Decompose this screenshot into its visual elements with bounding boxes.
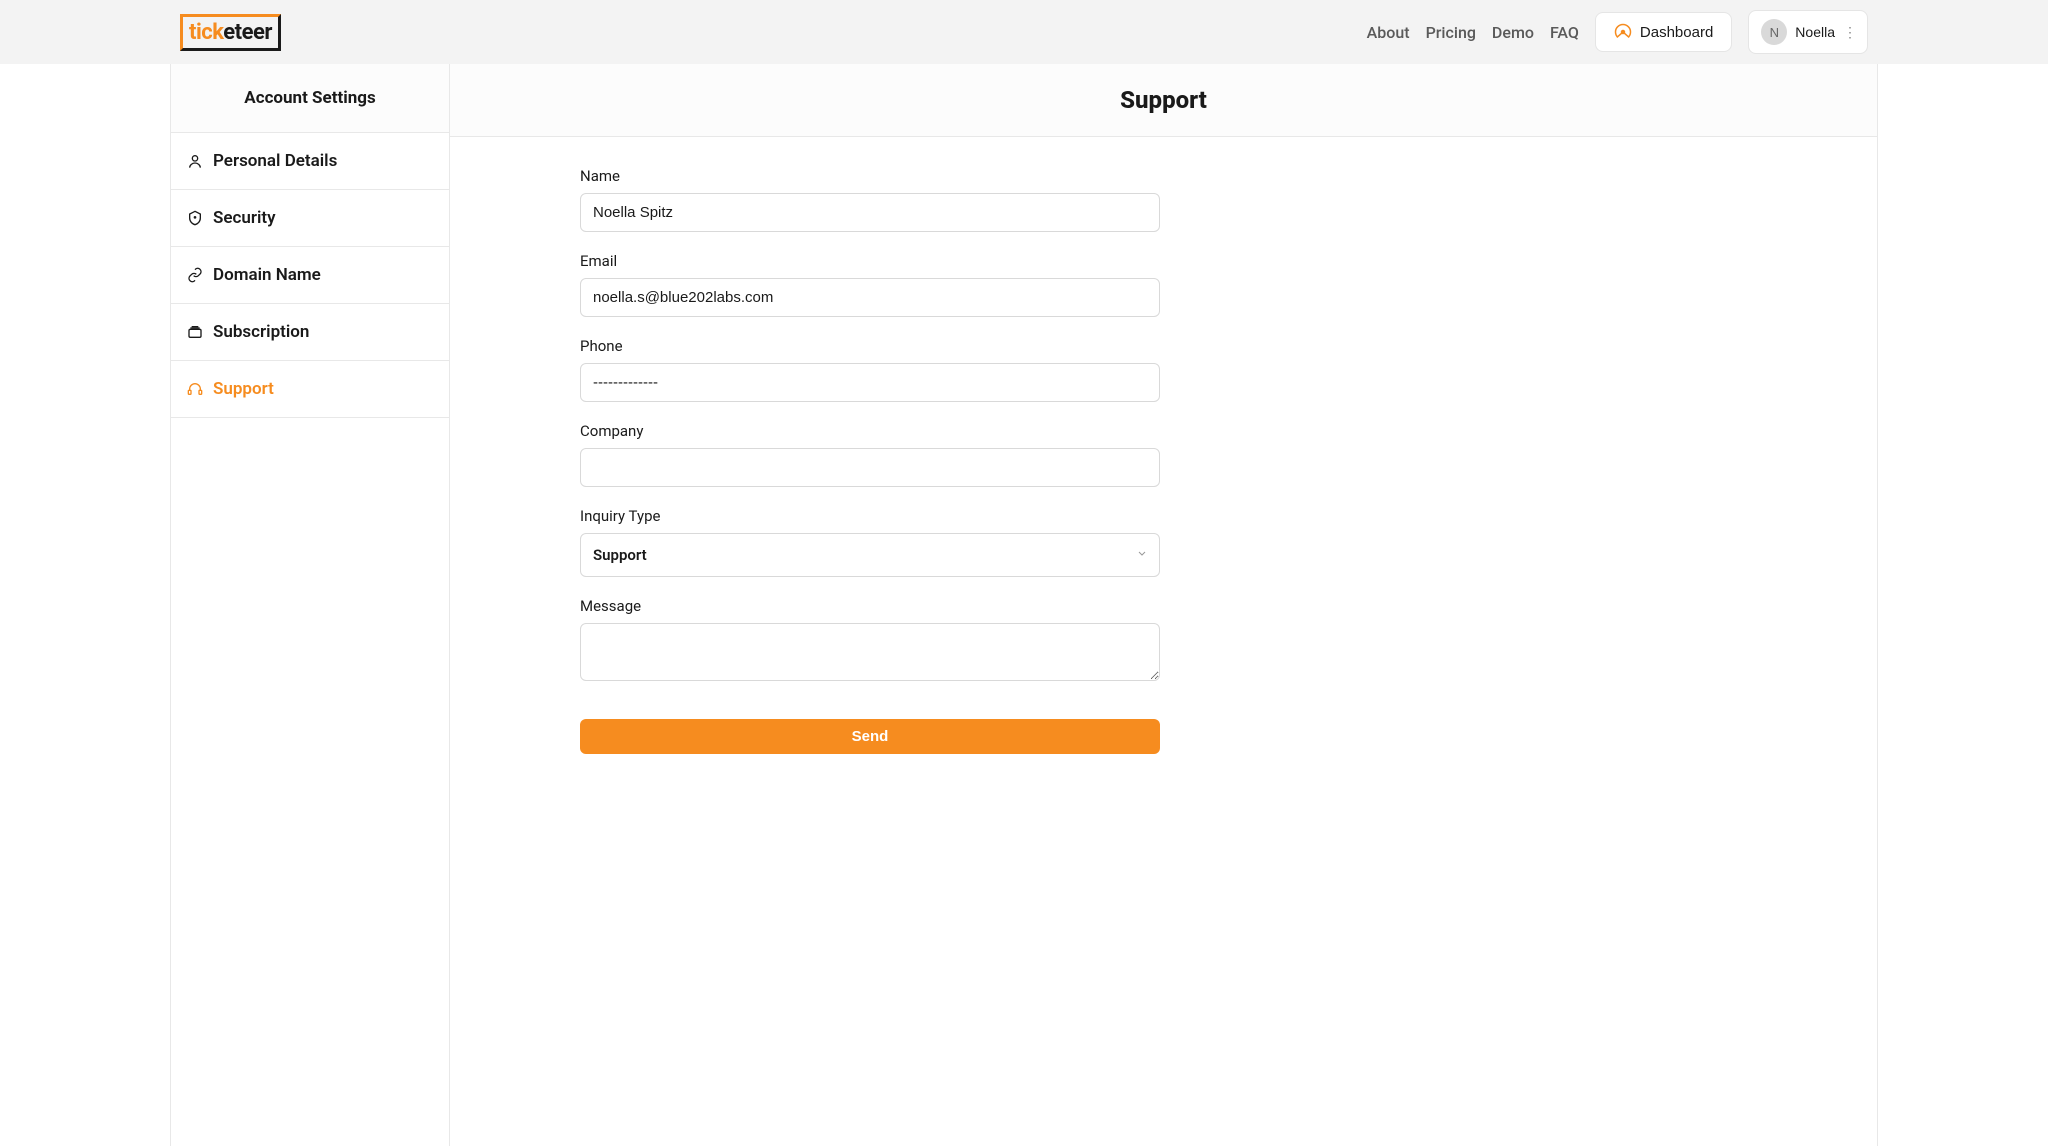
headset-icon [187, 381, 203, 397]
email-label: Email [580, 252, 1160, 270]
phone-label: Phone [580, 337, 1160, 355]
email-input[interactable] [580, 278, 1160, 317]
sidebar-item-security[interactable]: Security [171, 190, 449, 247]
name-label: Name [580, 167, 1160, 185]
logo-eteer-text: eteer [223, 20, 272, 45]
phone-input[interactable] [580, 363, 1160, 402]
page-title: Support [450, 64, 1877, 137]
nav-faq[interactable]: FAQ [1550, 23, 1579, 42]
sidebar-item-label: Personal Details [213, 151, 337, 171]
logo-tick-text: tick [189, 20, 223, 45]
sidebar-item-label: Support [213, 379, 274, 399]
send-button[interactable]: Send [580, 719, 1160, 754]
main: Support Name Email Phone Company Inquiry… [450, 64, 1878, 1146]
sidebar-item-label: Subscription [213, 322, 309, 342]
company-label: Company [580, 422, 1160, 440]
sidebar-item-label: Security [213, 208, 276, 228]
nav-links: About Pricing Demo FAQ Dashboard N Noell… [1367, 10, 1868, 54]
sidebar-item-subscription[interactable]: Subscription [171, 304, 449, 361]
user-name: Noella [1795, 24, 1835, 40]
support-form: Name Email Phone Company Inquiry Type Su… [450, 137, 1290, 794]
header: ticketeer About Pricing Demo FAQ Dashboa… [0, 0, 2048, 64]
logo[interactable]: ticketeer [180, 14, 281, 51]
message-label: Message [580, 597, 1160, 615]
nav-demo[interactable]: Demo [1492, 23, 1534, 42]
user-menu-button[interactable]: N Noella ⋮ [1748, 10, 1868, 54]
dashboard-button[interactable]: Dashboard [1595, 12, 1732, 52]
subscription-icon [187, 324, 203, 340]
content: Account Settings Personal Details Securi… [0, 64, 2048, 1146]
sidebar-item-support[interactable]: Support [171, 361, 449, 418]
company-input[interactable] [580, 448, 1160, 487]
link-icon [187, 267, 203, 283]
sidebar-title: Account Settings [171, 64, 449, 133]
kebab-icon: ⋮ [1843, 24, 1855, 41]
shield-icon [187, 210, 203, 226]
avatar: N [1761, 19, 1787, 45]
dashboard-label: Dashboard [1640, 24, 1713, 41]
sidebar-item-label: Domain Name [213, 265, 321, 285]
gauge-icon [1614, 23, 1632, 41]
name-input[interactable] [580, 193, 1160, 232]
person-icon [187, 153, 203, 169]
sidebar-item-personal-details[interactable]: Personal Details [171, 133, 449, 190]
inquiry-type-label: Inquiry Type [580, 507, 1160, 525]
inquiry-type-select[interactable]: Support [580, 533, 1160, 577]
message-textarea[interactable] [580, 623, 1160, 681]
nav-pricing[interactable]: Pricing [1426, 23, 1476, 42]
nav-about[interactable]: About [1367, 23, 1410, 42]
sidebar: Account Settings Personal Details Securi… [170, 64, 450, 1146]
sidebar-item-domain-name[interactable]: Domain Name [171, 247, 449, 304]
